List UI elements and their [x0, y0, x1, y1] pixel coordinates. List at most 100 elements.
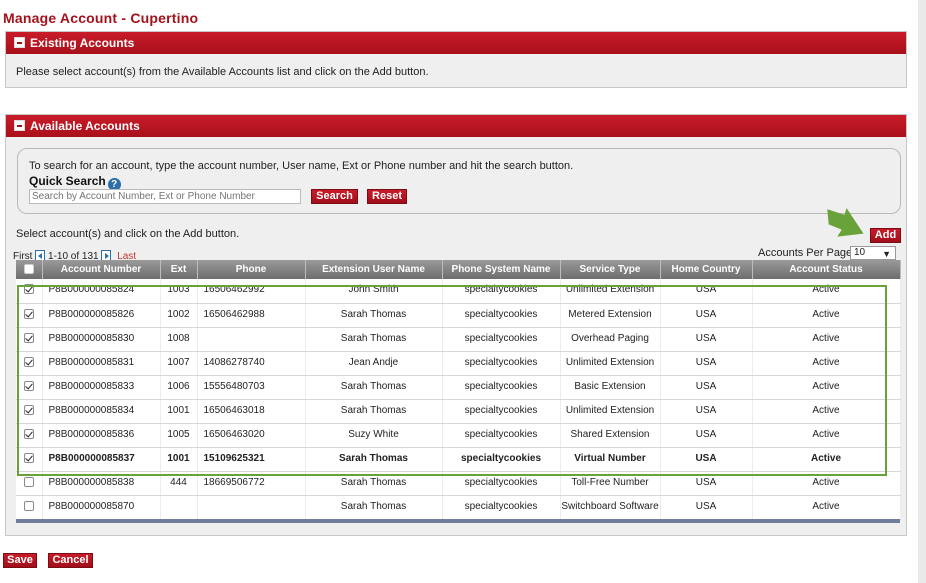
cell-status: Active: [752, 399, 901, 424]
table-scrollbar[interactable]: [16, 519, 900, 523]
cell-ext: 1006: [160, 375, 198, 400]
row-checkbox[interactable]: [23, 428, 34, 439]
per-page-select[interactable]: 10 ▼: [850, 246, 896, 260]
per-page-label: Accounts Per Page: [758, 247, 853, 259]
column-header[interactable]: Phone: [197, 260, 306, 279]
row-checkbox-cell: [16, 303, 43, 328]
search-input[interactable]: [29, 189, 301, 204]
table-row[interactable]: P8B000000085870 Sarah Thomas specialtycook…: [16, 495, 901, 520]
available-accounts-header[interactable]: Available Accounts: [6, 115, 906, 137]
column-header[interactable]: Home Country: [660, 260, 753, 279]
select-message: Select account(s) and click on the Add b…: [16, 228, 240, 240]
cell-account: P8B000000085838: [42, 471, 161, 496]
row-checkbox-cell: [16, 423, 43, 448]
table-row[interactable]: P8B000000085831 1007 14086278740 Jean Andje…: [16, 351, 901, 376]
column-header[interactable]: Service Type: [560, 260, 661, 279]
cell-account: P8B000000085833: [42, 375, 161, 400]
cell-status: Active: [752, 423, 901, 448]
row-checkbox-cell: [16, 351, 43, 376]
cell-system: specialtycookies: [442, 423, 561, 448]
cell-service: Shared Extension: [560, 423, 661, 448]
cell-service: Overhead Paging: [560, 327, 661, 352]
cell-account: P8B000000085834: [42, 399, 161, 424]
row-checkbox[interactable]: [23, 332, 34, 343]
cell-service: Virtual Number: [560, 447, 661, 472]
row-checkbox-cell: [16, 279, 43, 304]
cell-country: USA: [660, 279, 753, 304]
cell-system: specialtycookies: [442, 447, 561, 472]
row-checkbox[interactable]: [23, 452, 34, 463]
column-header[interactable]: Phone System Name: [442, 260, 561, 279]
collapse-icon[interactable]: [14, 37, 25, 48]
select-all-checkbox[interactable]: [23, 264, 34, 275]
cell-ext: 1007: [160, 351, 198, 376]
cell-country: USA: [660, 351, 753, 376]
table-row[interactable]: P8B000000085838 444 18669506772 Sarah Thoma…: [16, 471, 901, 496]
page-title: Manage Account - Cupertino: [3, 10, 199, 26]
column-header[interactable]: Ext: [160, 260, 198, 279]
column-header[interactable]: Extension User Name: [305, 260, 443, 279]
search-button[interactable]: Search: [311, 189, 358, 204]
cell-status: Active: [752, 327, 901, 352]
collapse-icon[interactable]: [14, 120, 25, 131]
cell-system: specialtycookies: [442, 375, 561, 400]
table-row[interactable]: P8B000000085826 1002 16506462988 Sarah Thom…: [16, 303, 901, 328]
table-row[interactable]: P8B000000085834 1001 16506463018 Sarah Thom…: [16, 399, 901, 424]
cell-phone: [197, 327, 306, 352]
cell-ext: 1008: [160, 327, 198, 352]
cell-account: P8B000000085837: [42, 447, 161, 472]
available-accounts-title: Available Accounts: [30, 119, 140, 133]
cell-service: Metered Extension: [560, 303, 661, 328]
cell-ext: 1002: [160, 303, 198, 328]
cell-user: Sarah Thomas: [305, 399, 443, 424]
table-row[interactable]: P8B000000085836 1005 16506463020 Suzy White…: [16, 423, 901, 448]
add-button[interactable]: Add: [870, 228, 901, 243]
cell-phone: 15556480703: [197, 375, 306, 400]
row-checkbox[interactable]: [23, 356, 34, 367]
table-row[interactable]: P8B000000085830 1008 Sarah Thomas specialty…: [16, 327, 901, 352]
row-checkbox[interactable]: [23, 284, 34, 295]
per-page-value: 10: [854, 247, 866, 258]
cell-ext: 1001: [160, 399, 198, 424]
cell-country: USA: [660, 399, 753, 424]
cell-ext: [160, 495, 198, 520]
select-all-cell: [16, 260, 43, 279]
cell-account: P8B000000085831: [42, 351, 161, 376]
cell-user: John Smith: [305, 279, 443, 304]
table-row[interactable]: P8B000000085824 1003 16506462992 John Smith…: [16, 279, 901, 304]
search-box: To search for an account, type the accou…: [17, 148, 901, 214]
cell-phone: 16506463020: [197, 423, 306, 448]
cell-user: Sarah Thomas: [305, 471, 443, 496]
table-header-row: Account Number Ext Phone Extension User …: [16, 260, 901, 279]
row-checkbox[interactable]: [23, 500, 34, 511]
cell-account: P8B000000085826: [42, 303, 161, 328]
column-header[interactable]: Account Number: [42, 260, 161, 279]
quick-search-label-text: Quick Search: [29, 174, 106, 188]
cell-status: Active: [752, 471, 901, 496]
table-body: P8B000000085824 1003 16506462992 John Smith…: [16, 279, 901, 520]
cell-user: Jean Andje: [305, 351, 443, 376]
row-checkbox-cell: [16, 471, 43, 496]
cell-status: Active: [752, 447, 901, 472]
reset-button[interactable]: Reset: [367, 189, 407, 204]
column-header[interactable]: Account Status: [752, 260, 901, 279]
save-button[interactable]: Save: [3, 553, 37, 568]
cell-country: USA: [660, 327, 753, 352]
row-checkbox[interactable]: [23, 380, 34, 391]
row-checkbox[interactable]: [23, 476, 34, 487]
cell-user: Sarah Thomas: [305, 327, 443, 352]
cell-system: specialtycookies: [442, 495, 561, 520]
cell-user: Sarah Thomas: [305, 495, 443, 520]
cell-ext: 444: [160, 471, 198, 496]
cell-service: Unlimited Extension: [560, 351, 661, 376]
table-row[interactable]: P8B000000085837 1001 15109625321 Sarah Thom…: [16, 447, 901, 472]
cell-user: Suzy White: [305, 423, 443, 448]
cell-user: Sarah Thomas: [305, 375, 443, 400]
row-checkbox[interactable]: [23, 308, 34, 319]
cell-status: Active: [752, 279, 901, 304]
existing-accounts-header[interactable]: Existing Accounts: [6, 32, 906, 54]
table-row[interactable]: P8B000000085833 1006 15556480703 Sarah Thom…: [16, 375, 901, 400]
cell-ext: 1005: [160, 423, 198, 448]
row-checkbox[interactable]: [23, 404, 34, 415]
cancel-button[interactable]: Cancel: [48, 553, 93, 568]
